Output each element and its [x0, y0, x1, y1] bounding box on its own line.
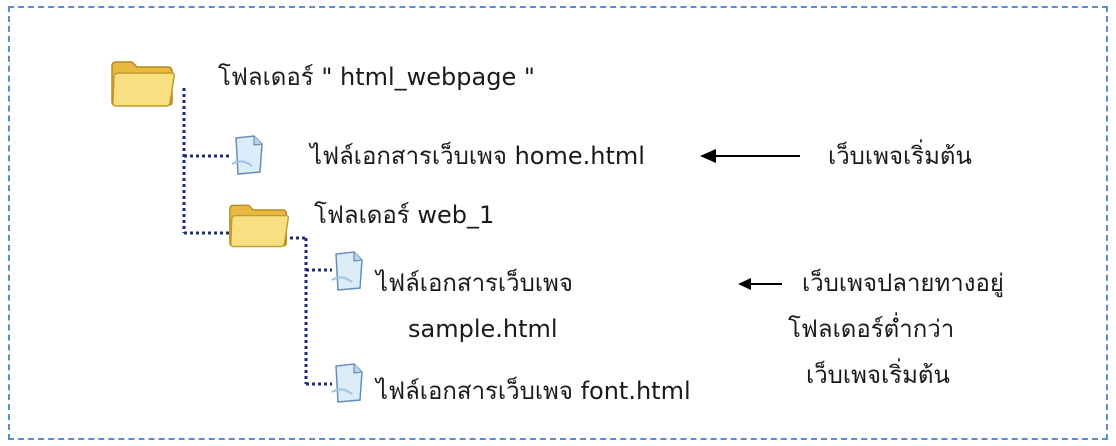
left-arrow-icon	[738, 278, 782, 290]
root-folder-label: โฟลเดอร์ " html_webpage "	[218, 63, 535, 91]
sample-file-label-line1: ไฟล์เอกสารเว็บเพจ	[376, 269, 573, 297]
sample-note-line3: เว็บเพจเริ่มต้น	[806, 361, 950, 389]
folder-icon	[111, 61, 175, 107]
document-icon	[331, 251, 363, 291]
document-icon	[331, 363, 363, 403]
folder-icon	[229, 204, 290, 248]
sample-note-line1: เว็บเพจปลายทางอยู่	[802, 269, 1004, 297]
sub-folder-label: โฟลเดอร์ web_1	[314, 201, 495, 229]
sample-file-label-line2: sample.html	[408, 315, 558, 343]
home-file-label: ไฟล์เอกสารเว็บเพจ home.html	[310, 142, 645, 170]
document-icon	[231, 135, 263, 175]
font-file-label: ไฟล์เอกสารเว็บเพจ font.html	[376, 377, 691, 405]
home-note: เว็บเพจเริ่มต้น	[828, 142, 972, 170]
sample-note-line2: โฟลเดอร์ต่ำกว่า	[788, 315, 955, 343]
left-arrow-icon	[700, 149, 800, 163]
